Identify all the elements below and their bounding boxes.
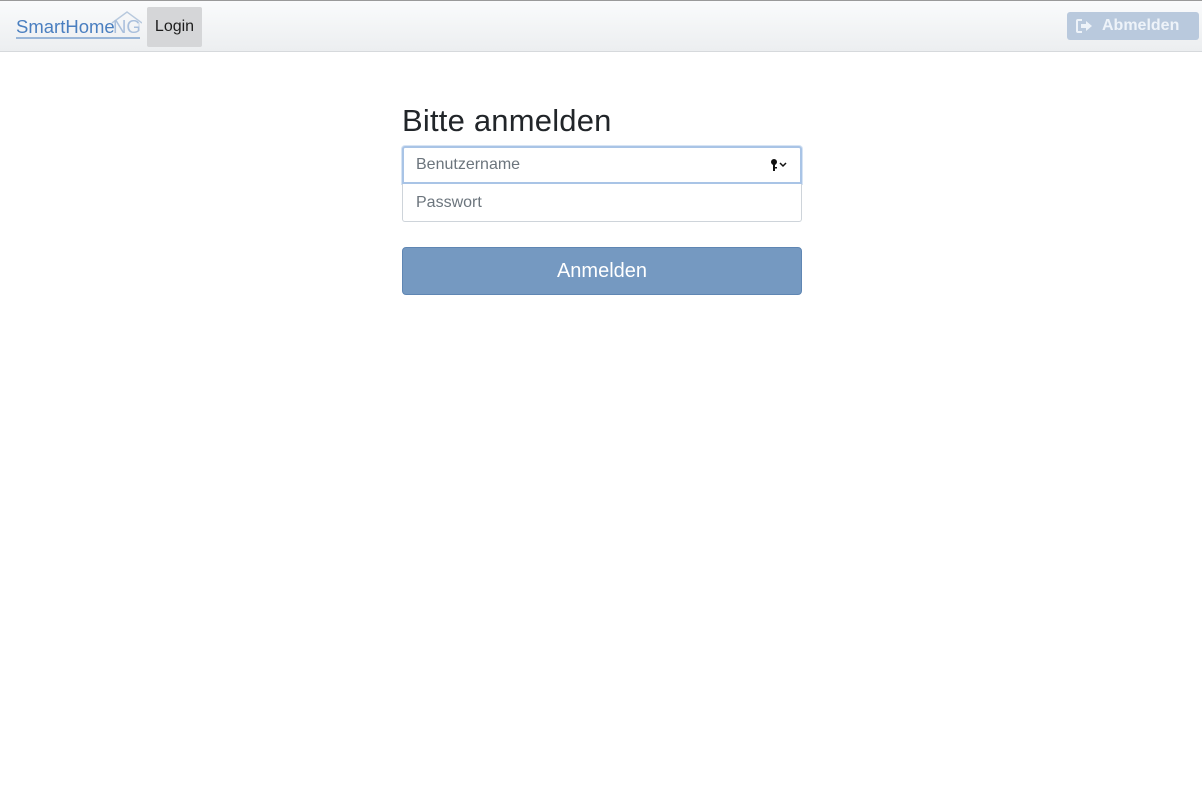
top-navbar: SmartHome NG Login Abmelden [0,0,1202,52]
nav-item-login[interactable]: Login [147,7,202,47]
svg-text:SmartHome: SmartHome [16,16,115,37]
sign-out-icon [1076,19,1093,33]
logout-button[interactable]: Abmelden [1067,12,1199,40]
username-placeholder: Benutzername [416,156,521,173]
key-icon[interactable] [770,158,788,172]
house-roof-icon: SmartHome NG [16,11,142,39]
login-submit-button[interactable]: Anmelden [402,247,802,295]
username-field[interactable]: Benutzername [402,146,802,184]
smarthomeng-logo[interactable]: SmartHome NG [16,9,142,41]
login-form: Bitte anmelden Benutzername Passwort Anm… [402,100,802,295]
page-title: Bitte anmelden [402,103,612,138]
password-field[interactable]: Passwort [402,184,802,222]
logout-label: Abmelden [1102,17,1180,34]
svg-text:NG: NG [113,16,141,37]
password-placeholder: Passwort [416,193,482,211]
